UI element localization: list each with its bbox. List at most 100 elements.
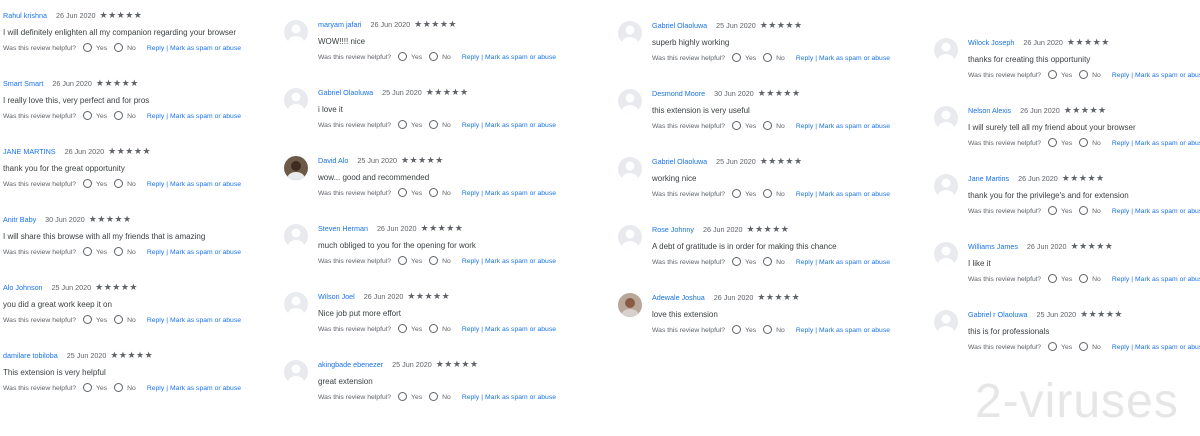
review-author-link[interactable]: Rahul krishna bbox=[3, 11, 47, 20]
reply-link[interactable]: Reply bbox=[796, 55, 813, 62]
no-radio[interactable] bbox=[429, 392, 439, 401]
mark-spam-link[interactable]: Mark as spam or abuse bbox=[819, 327, 890, 334]
reply-link[interactable]: Reply bbox=[1112, 208, 1129, 215]
review-author-link[interactable]: Alo Johnson bbox=[3, 283, 43, 292]
no-radio[interactable] bbox=[114, 179, 124, 188]
no-radio[interactable] bbox=[429, 120, 439, 129]
reply-link[interactable]: Reply bbox=[147, 113, 164, 120]
reply-link[interactable]: Reply bbox=[462, 258, 479, 265]
yes-radio[interactable] bbox=[398, 188, 408, 197]
reply-link[interactable]: Reply bbox=[1112, 276, 1129, 283]
mark-spam-link[interactable]: Mark as spam or abuse bbox=[1135, 72, 1200, 79]
review-author-link[interactable]: damilare tobiloba bbox=[3, 351, 58, 360]
review-author-link[interactable]: Jane Martins bbox=[968, 174, 1009, 183]
review-author-link[interactable]: Anitr Baby bbox=[3, 215, 36, 224]
reply-link[interactable]: Reply bbox=[1112, 140, 1129, 147]
reply-link[interactable]: Reply bbox=[147, 317, 164, 324]
yes-radio[interactable] bbox=[83, 383, 93, 392]
review-author-link[interactable]: Adewale Joshua bbox=[652, 293, 705, 302]
mark-spam-link[interactable]: Mark as spam or abuse bbox=[170, 45, 241, 52]
yes-radio[interactable] bbox=[732, 257, 742, 266]
review-author-link[interactable]: Wilock Joseph bbox=[968, 38, 1014, 47]
reply-link[interactable]: Reply bbox=[796, 327, 813, 334]
review-author-link[interactable]: Rose Johnny bbox=[652, 225, 694, 234]
review-author-link[interactable]: Williams James bbox=[968, 242, 1018, 251]
mark-spam-link[interactable]: Mark as spam or abuse bbox=[485, 54, 556, 61]
yes-radio[interactable] bbox=[1048, 206, 1058, 215]
reply-link[interactable]: Reply bbox=[796, 259, 813, 266]
yes-radio[interactable] bbox=[398, 52, 408, 61]
yes-radio[interactable] bbox=[398, 392, 408, 401]
mark-spam-link[interactable]: Mark as spam or abuse bbox=[170, 113, 241, 120]
no-radio[interactable] bbox=[114, 383, 124, 392]
yes-radio[interactable] bbox=[732, 325, 742, 334]
no-radio[interactable] bbox=[763, 189, 773, 198]
no-radio[interactable] bbox=[114, 247, 124, 256]
yes-radio[interactable] bbox=[83, 111, 93, 120]
review-author-link[interactable]: Gabriel Olaoluwa bbox=[652, 157, 707, 166]
no-radio[interactable] bbox=[429, 52, 439, 61]
reply-link[interactable]: Reply bbox=[462, 54, 479, 61]
no-radio[interactable] bbox=[1079, 206, 1089, 215]
yes-radio[interactable] bbox=[83, 247, 93, 256]
review-author-link[interactable]: Gabriel Olaoluwa bbox=[318, 88, 373, 97]
mark-spam-link[interactable]: Mark as spam or abuse bbox=[1135, 344, 1200, 351]
mark-spam-link[interactable]: Mark as spam or abuse bbox=[485, 122, 556, 129]
no-radio[interactable] bbox=[429, 188, 439, 197]
yes-radio[interactable] bbox=[398, 324, 408, 333]
mark-spam-link[interactable]: Mark as spam or abuse bbox=[819, 123, 890, 130]
yes-radio[interactable] bbox=[83, 43, 93, 52]
no-radio[interactable] bbox=[1079, 70, 1089, 79]
reply-link[interactable]: Reply bbox=[462, 122, 479, 129]
reply-link[interactable]: Reply bbox=[147, 45, 164, 52]
reply-link[interactable]: Reply bbox=[1112, 72, 1129, 79]
mark-spam-link[interactable]: Mark as spam or abuse bbox=[819, 259, 890, 266]
review-author-link[interactable]: Desmond Moore bbox=[652, 89, 705, 98]
yes-radio[interactable] bbox=[1048, 138, 1058, 147]
yes-radio[interactable] bbox=[732, 53, 742, 62]
mark-spam-link[interactable]: Mark as spam or abuse bbox=[1135, 140, 1200, 147]
mark-spam-link[interactable]: Mark as spam or abuse bbox=[485, 190, 556, 197]
reply-link[interactable]: Reply bbox=[147, 249, 164, 256]
reply-link[interactable]: Reply bbox=[147, 181, 164, 188]
reply-link[interactable]: Reply bbox=[1112, 344, 1129, 351]
mark-spam-link[interactable]: Mark as spam or abuse bbox=[1135, 208, 1200, 215]
reply-link[interactable]: Reply bbox=[147, 385, 164, 392]
review-author-link[interactable]: David Alo bbox=[318, 156, 348, 165]
yes-radio[interactable] bbox=[1048, 70, 1058, 79]
no-radio[interactable] bbox=[429, 324, 439, 333]
reply-link[interactable]: Reply bbox=[462, 190, 479, 197]
no-radio[interactable] bbox=[763, 53, 773, 62]
no-radio[interactable] bbox=[1079, 342, 1089, 351]
review-author-link[interactable]: Smart Smart bbox=[3, 79, 43, 88]
no-radio[interactable] bbox=[1079, 138, 1089, 147]
no-radio[interactable] bbox=[763, 325, 773, 334]
mark-spam-link[interactable]: Mark as spam or abuse bbox=[485, 394, 556, 401]
mark-spam-link[interactable]: Mark as spam or abuse bbox=[170, 181, 241, 188]
yes-radio[interactable] bbox=[83, 315, 93, 324]
no-radio[interactable] bbox=[114, 111, 124, 120]
yes-radio[interactable] bbox=[1048, 274, 1058, 283]
no-radio[interactable] bbox=[763, 257, 773, 266]
review-author-link[interactable]: Gabriel Olaoluwa bbox=[652, 21, 707, 30]
review-author-link[interactable]: JANE MARTINS bbox=[3, 147, 56, 156]
reply-link[interactable]: Reply bbox=[462, 326, 479, 333]
no-radio[interactable] bbox=[1079, 274, 1089, 283]
review-author-link[interactable]: Nelson Alexis bbox=[968, 106, 1011, 115]
yes-radio[interactable] bbox=[398, 256, 408, 265]
review-author-link[interactable]: maryam jafari bbox=[318, 20, 362, 29]
review-author-link[interactable]: Steven Herman bbox=[318, 224, 368, 233]
no-radio[interactable] bbox=[763, 121, 773, 130]
no-radio[interactable] bbox=[114, 43, 124, 52]
review-author-link[interactable]: Wilson Joel bbox=[318, 292, 355, 301]
mark-spam-link[interactable]: Mark as spam or abuse bbox=[819, 191, 890, 198]
mark-spam-link[interactable]: Mark as spam or abuse bbox=[485, 258, 556, 265]
yes-radio[interactable] bbox=[732, 189, 742, 198]
mark-spam-link[interactable]: Mark as spam or abuse bbox=[170, 317, 241, 324]
yes-radio[interactable] bbox=[83, 179, 93, 188]
no-radio[interactable] bbox=[114, 315, 124, 324]
yes-radio[interactable] bbox=[732, 121, 742, 130]
reply-link[interactable]: Reply bbox=[796, 191, 813, 198]
mark-spam-link[interactable]: Mark as spam or abuse bbox=[170, 249, 241, 256]
yes-radio[interactable] bbox=[398, 120, 408, 129]
